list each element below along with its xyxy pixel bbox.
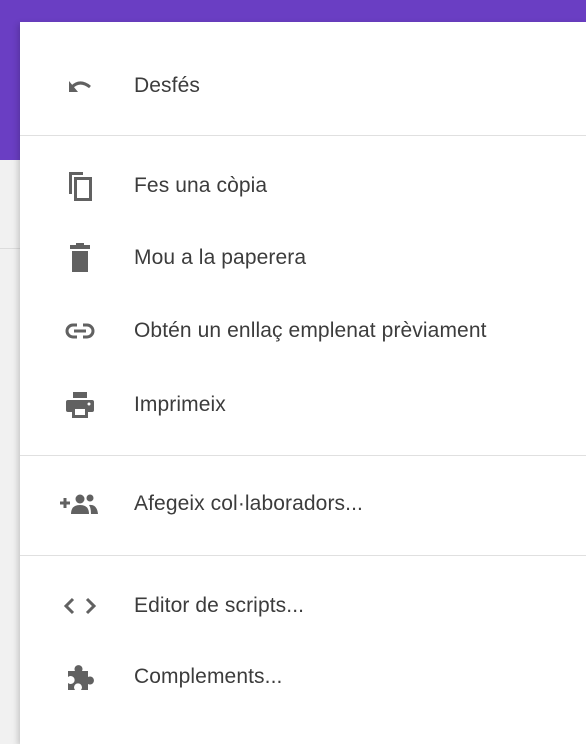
undo-icon	[60, 58, 100, 114]
puzzle-icon	[60, 649, 100, 705]
menu-item-trash[interactable]: Mou a la paperera	[20, 230, 586, 286]
more-options-menu: Desfés Fes una còpia Mou a la paperera O…	[20, 22, 586, 744]
menu-item-script-editor[interactable]: Editor de scripts...	[20, 578, 586, 634]
menu-item-label: Afegeix col·laboradors...	[134, 492, 363, 515]
code-icon	[60, 578, 100, 634]
menu-divider	[20, 455, 586, 456]
form-header-accent	[0, 0, 20, 160]
menu-divider	[20, 135, 586, 136]
menu-item-prefilled-link[interactable]: Obtén un enllaç emplenat prèviament	[20, 303, 586, 359]
menu-item-label: Desfés	[134, 74, 200, 97]
form-header-bar	[0, 0, 586, 22]
menu-item-label: Editor de scripts...	[134, 594, 305, 617]
menu-divider	[20, 555, 586, 556]
form-body-divider	[0, 248, 20, 249]
trash-icon	[60, 230, 100, 286]
menu-item-label: Imprimeix	[134, 393, 226, 416]
link-icon	[60, 303, 100, 359]
menu-item-addons[interactable]: Complements...	[20, 649, 586, 705]
menu-item-undo[interactable]: Desfés	[20, 58, 586, 114]
menu-item-label: Fes una còpia	[134, 174, 268, 197]
menu-item-label: Mou a la paperera	[134, 246, 307, 269]
menu-item-label: Complements...	[134, 665, 283, 688]
add-people-icon	[60, 476, 100, 532]
copy-icon	[60, 158, 100, 214]
menu-item-print[interactable]: Imprimeix	[20, 377, 586, 433]
menu-item-label: Obtén un enllaç emplenat prèviament	[134, 319, 487, 342]
print-icon	[60, 377, 100, 433]
menu-item-copy[interactable]: Fes una còpia	[20, 158, 586, 214]
menu-item-add-collaborators[interactable]: Afegeix col·laboradors...	[20, 476, 586, 532]
